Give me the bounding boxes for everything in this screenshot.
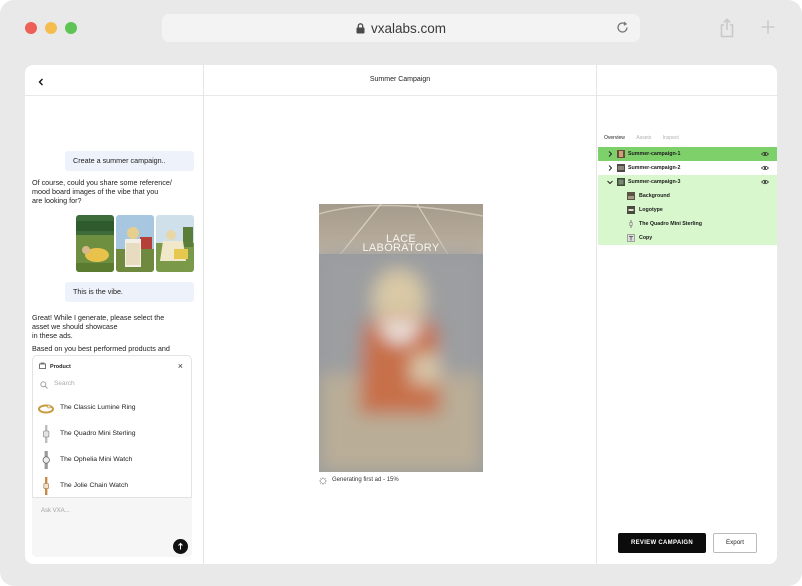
generation-status-text: Generating first ad - 15%: [332, 477, 399, 483]
browser-window: vxalabs.com Create a summer campaign.. O…: [0, 0, 802, 586]
search-icon: [40, 381, 48, 391]
product-icon: [39, 362, 46, 371]
zoom-window-button[interactable]: [65, 22, 77, 34]
frame-thumbnail-icon: [617, 150, 625, 158]
layer-label: Summer-campaign-1: [628, 151, 681, 157]
url-text: vxalabs.com: [162, 21, 640, 37]
close-icon[interactable]: ×: [178, 361, 183, 371]
assistant-message-line: in these ads.: [32, 330, 73, 340]
text-layer-icon: [627, 234, 635, 242]
divider: [204, 95, 596, 96]
product-item[interactable]: The Classic Lumine Ring: [37, 397, 187, 419]
user-message: Create a summer campaign..: [65, 151, 194, 171]
watch-icon: [37, 425, 55, 443]
layer-label: Summer-campaign-2: [628, 165, 681, 171]
chat-composer[interactable]: Ask VXA...: [32, 497, 192, 557]
product-item-label: The Ophelia Mini Watch: [60, 456, 133, 463]
tab-inspect[interactable]: Inspect: [663, 135, 679, 141]
product-item[interactable]: The Quadro Mini Sterling: [37, 423, 187, 445]
app-window: Create a summer campaign.. Of course, co…: [25, 65, 777, 564]
product-item[interactable]: The Jolie Chain Watch: [37, 475, 187, 497]
new-tab-icon[interactable]: [760, 19, 776, 40]
ring-icon: [37, 399, 55, 417]
search-placeholder: Search: [54, 380, 75, 387]
image-layer-icon: [627, 206, 635, 214]
chat-panel: Create a summer campaign.. Of course, co…: [25, 65, 204, 564]
reference-image[interactable]: [116, 215, 154, 272]
frame-thumbnail-icon: [617, 178, 625, 186]
layer-row[interactable]: Summer-campaign-2: [598, 161, 777, 175]
layers-panel: Overview Assets Inspect Summer-campaign-…: [597, 65, 777, 564]
send-button[interactable]: [173, 539, 188, 554]
user-message: This is the vibe.: [65, 282, 194, 302]
sublayer-label: Copy: [639, 235, 653, 241]
review-campaign-button[interactable]: REVIEW CAMPAIGN: [618, 533, 706, 553]
page-title: Summer Campaign: [369, 76, 431, 83]
product-picker-title: Product: [50, 364, 71, 370]
product-item-label: The Classic Lumine Ring: [60, 404, 136, 411]
watch-icon: [37, 477, 55, 495]
product-picker-header: Product: [39, 362, 71, 371]
eye-icon[interactable]: [761, 178, 769, 186]
product-search-input[interactable]: Search: [40, 380, 180, 390]
user-message-text: Create a summer campaign..: [73, 156, 166, 165]
tab-assets[interactable]: Assets: [636, 135, 651, 141]
watch-icon: [627, 220, 635, 228]
divider: [597, 95, 777, 96]
minimize-window-button[interactable]: [45, 22, 57, 34]
layer-row[interactable]: Summer-campaign-1: [598, 147, 777, 161]
assistant-message: Of course, could you share some referenc…: [32, 178, 172, 205]
sublayer-label: The Quadro Mini Sterling: [639, 221, 702, 227]
back-arrow-icon[interactable]: [35, 75, 47, 87]
url-label: vxalabs.com: [370, 21, 447, 36]
generation-status: Generating first ad - 15%: [319, 477, 399, 485]
eye-icon[interactable]: [761, 150, 769, 158]
reference-image[interactable]: [76, 215, 114, 272]
product-item-label: The Jolie Chain Watch: [60, 482, 129, 489]
send-arrow-icon: [178, 542, 183, 550]
product-item-label: The Quadro Mini Sterling: [60, 430, 136, 437]
sublayer-row[interactable]: The Quadro Mini Sterling: [598, 217, 777, 231]
divider: [25, 95, 203, 96]
tab-overview[interactable]: Overview: [604, 135, 625, 141]
canvas-panel: Summer Campaign LACE LABORATORY Generati…: [204, 65, 597, 564]
chevron-right-icon[interactable]: [606, 150, 614, 158]
reference-image[interactable]: [156, 215, 194, 272]
layer-label: Summer-campaign-3: [628, 179, 681, 185]
sublayer-row[interactable]: Logotype: [598, 203, 777, 217]
chevron-right-icon[interactable]: [606, 164, 614, 172]
assistant-message: Great! While I generate, please select t…: [32, 313, 164, 340]
export-button[interactable]: Export: [713, 533, 757, 553]
ad-preview[interactable]: LACE LABORATORY: [319, 204, 483, 472]
product-item[interactable]: The Ophelia Mini Watch: [37, 449, 187, 471]
sublayer-row[interactable]: Background: [598, 189, 777, 203]
lock-icon: [356, 22, 365, 37]
sublayer-row[interactable]: Copy: [598, 231, 777, 245]
frame-thumbnail-icon: [617, 164, 625, 172]
watch-icon: [37, 451, 55, 469]
close-window-button[interactable]: [25, 22, 37, 34]
share-icon[interactable]: [718, 18, 736, 43]
reload-icon[interactable]: [615, 20, 630, 40]
user-message-text: This is the vibe.: [73, 287, 123, 296]
spinner-icon: [319, 477, 327, 487]
assistant-message-line: are looking for?: [32, 195, 82, 205]
brand-line-2: LABORATORY: [362, 242, 440, 254]
layer-row[interactable]: Summer-campaign-3: [598, 175, 777, 189]
image-layer-icon: [627, 192, 635, 200]
assistant-message: Based on you best performed products and: [32, 344, 170, 354]
address-bar[interactable]: vxalabs.com: [162, 14, 640, 42]
sublayer-label: Background: [639, 193, 670, 199]
eye-icon[interactable]: [761, 164, 769, 172]
chat-input-placeholder: Ask VXA...: [41, 508, 70, 514]
sublayer-label: Logotype: [639, 207, 663, 213]
chevron-down-icon[interactable]: [606, 178, 614, 186]
panel-tabs: Overview Assets Inspect: [604, 135, 689, 141]
assistant-message-line: Based on you best performed products and: [32, 344, 170, 353]
